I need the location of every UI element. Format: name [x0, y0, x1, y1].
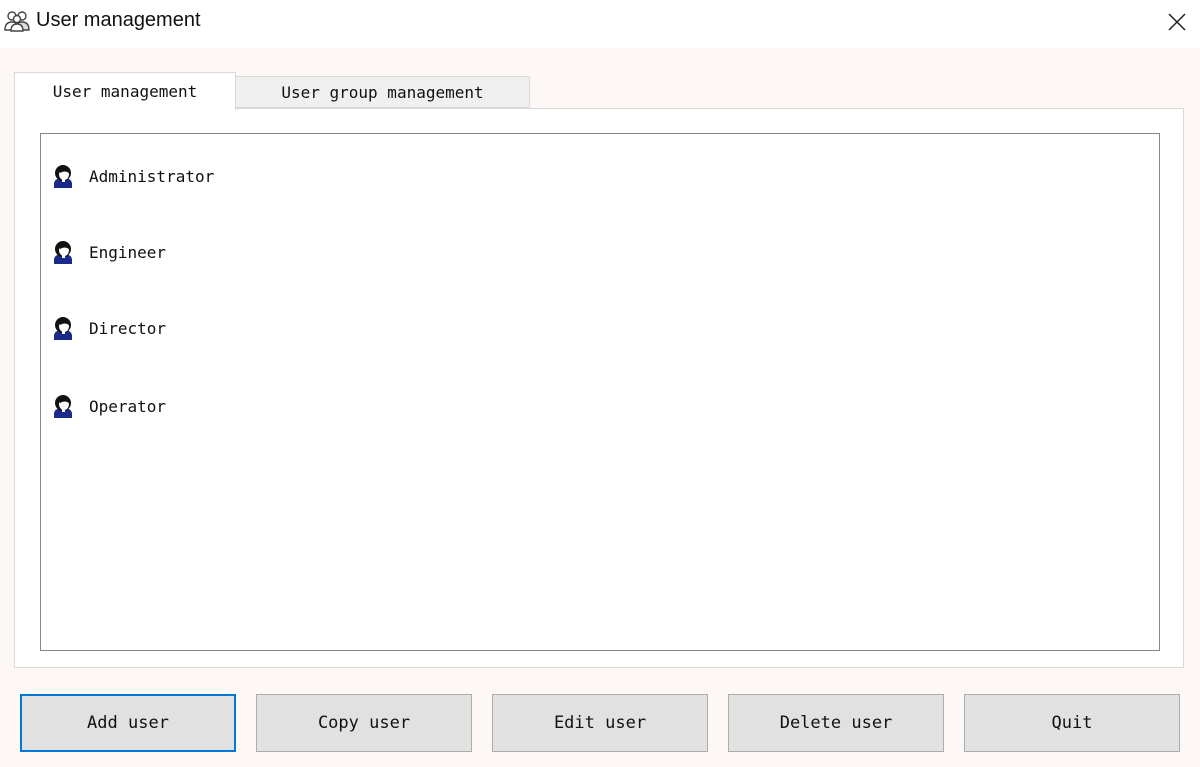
users-icon — [4, 11, 30, 32]
list-item-director[interactable]: Director — [51, 312, 166, 344]
add-user-button[interactable]: Add user — [20, 694, 236, 752]
user-icon — [54, 241, 72, 264]
user-list[interactable]: Administrator Engineer Director Operator — [40, 133, 1160, 651]
tab-user-group-management[interactable]: User group management — [236, 76, 530, 108]
tab-panel: Administrator Engineer Director Operator — [14, 108, 1184, 668]
user-icon — [54, 317, 72, 340]
user-label: Engineer — [89, 242, 167, 262]
close-icon — [1168, 13, 1186, 31]
user-label: Director — [89, 318, 167, 338]
user-label: Administrator — [89, 166, 215, 186]
list-item-administrator[interactable]: Administrator — [51, 160, 214, 192]
copy-user-button[interactable]: Copy user — [256, 694, 472, 752]
user-icon — [54, 165, 72, 188]
delete-user-button[interactable]: Delete user — [728, 694, 944, 752]
close-button[interactable] — [1154, 0, 1200, 44]
tab-user-management[interactable]: User management — [14, 72, 236, 110]
window-title: User management — [36, 9, 201, 31]
title-bar: User management — [0, 0, 1200, 48]
quit-button[interactable]: Quit — [964, 694, 1180, 752]
user-management-window: User management User management User gro… — [0, 0, 1200, 767]
list-item-operator[interactable]: Operator — [51, 390, 166, 422]
user-icon — [54, 395, 72, 418]
user-label: Operator — [89, 396, 167, 416]
list-item-engineer[interactable]: Engineer — [51, 236, 166, 268]
edit-user-button[interactable]: Edit user — [492, 694, 708, 752]
